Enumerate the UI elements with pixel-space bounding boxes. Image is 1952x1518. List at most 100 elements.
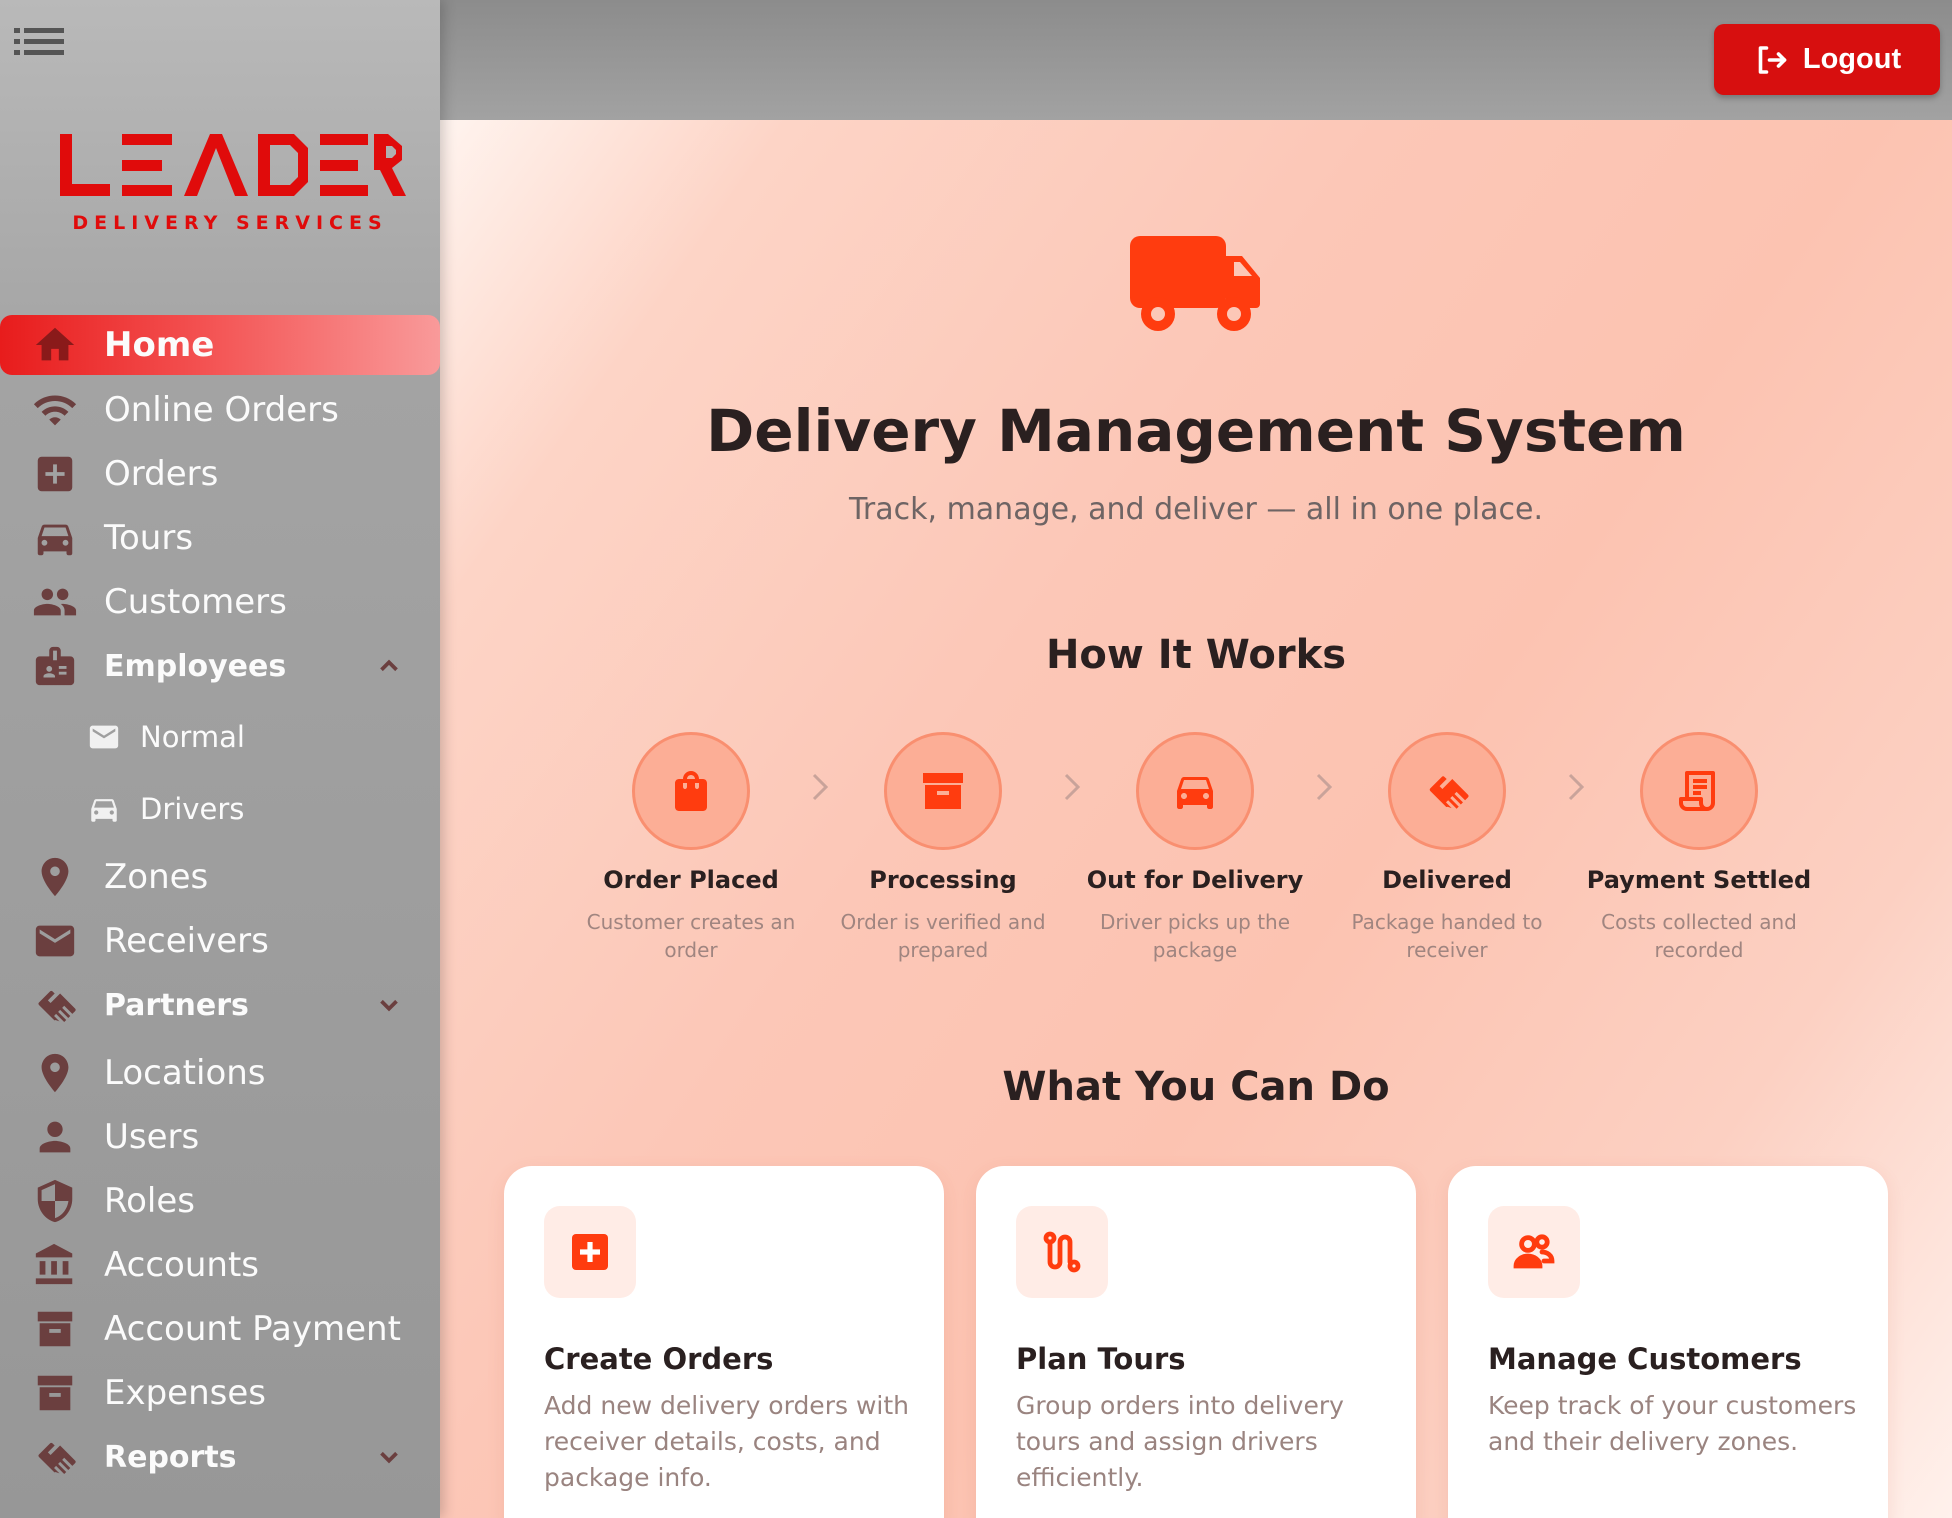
card-title: Manage Customers	[1488, 1342, 1802, 1376]
person-icon	[30, 1115, 80, 1159]
sidebar-item-online-orders[interactable]: Online Orders	[0, 381, 440, 439]
sidebar-item-label: Online Orders	[104, 390, 339, 430]
sidebar-item-reports[interactable]: Reports	[0, 1428, 440, 1486]
archive-icon	[30, 1371, 80, 1415]
sidebar-item-partners[interactable]: Partners	[0, 976, 440, 1034]
location-pin-icon	[30, 855, 80, 899]
sidebar-item-label: Employees	[104, 648, 287, 684]
sidebar-item-tours[interactable]: Tours	[0, 509, 440, 567]
how-it-works-heading: How It Works	[1045, 632, 1347, 678]
chevron-right-icon	[1060, 770, 1084, 804]
truck-icon	[1128, 230, 1264, 338]
sidebar-item-label: Partners	[104, 987, 249, 1023]
sidebar-item-zones[interactable]: Zones	[0, 848, 440, 906]
plus-box-icon	[30, 452, 80, 496]
sidebar-item-label: Users	[104, 1117, 200, 1157]
people-icon	[30, 580, 80, 624]
sidebar-item-employees[interactable]: Employees	[0, 637, 440, 695]
shopping-bag-icon	[632, 732, 750, 850]
sidebar-item-label: Home	[104, 325, 215, 365]
car-icon	[84, 787, 124, 831]
card-description: Group orders into delivery tours and ass…	[1016, 1391, 1344, 1492]
sidebar-item-label: Roles	[104, 1181, 195, 1221]
card-description: Keep track of your customers and their d…	[1488, 1391, 1857, 1456]
mail-icon	[84, 715, 124, 759]
sidebar-item-label: Normal	[140, 720, 245, 754]
step-title: Payment Settled	[1586, 866, 1812, 894]
sidebar-item-accounts[interactable]: Accounts	[0, 1236, 440, 1294]
handshake-icon	[30, 1435, 80, 1479]
step-description: Customer creates an order	[586, 910, 796, 962]
chevron-up-icon[interactable]	[374, 651, 404, 681]
step-title: Out for Delivery	[1086, 866, 1304, 894]
chevron-right-icon	[808, 770, 832, 804]
feature-card-plan-tours[interactable]: Plan Tours Group orders into delivery to…	[976, 1166, 1416, 1518]
step-description: Driver picks up the package	[1099, 910, 1291, 962]
archive-box-icon	[884, 732, 1002, 850]
plus-square-icon	[544, 1206, 636, 1298]
logout-button[interactable]: Logout	[1714, 24, 1940, 95]
sidebar-item-label: Locations	[104, 1053, 266, 1093]
step-description: Costs collected and recorded	[1601, 910, 1797, 962]
sidebar-item-orders[interactable]: Orders	[0, 445, 440, 503]
main-content: Delivery Management System Track, manage…	[440, 120, 1952, 1518]
sidebar: DELIVERY SERVICES Home Online Orders Ord…	[0, 0, 440, 1518]
sidebar-item-label: Receivers	[104, 921, 269, 961]
route-icon	[1016, 1206, 1108, 1298]
sidebar-item-account-payment[interactable]: Account Payment	[0, 1300, 440, 1358]
feature-card-manage-customers[interactable]: Manage Customers Keep track of your cust…	[1448, 1166, 1888, 1518]
shield-icon	[30, 1179, 80, 1223]
receipt-icon	[1640, 732, 1758, 850]
sidebar-item-roles[interactable]: Roles	[0, 1172, 440, 1230]
hamburger-menu-icon[interactable]	[14, 24, 66, 58]
sidebar-item-label: Tours	[104, 518, 194, 558]
mail-icon	[30, 919, 80, 963]
step-title: Delivered	[1382, 866, 1512, 894]
location-pin-icon	[30, 1051, 80, 1095]
sidebar-item-label: Customers	[104, 582, 287, 622]
handshake-icon	[1388, 732, 1506, 850]
bank-icon	[30, 1243, 80, 1287]
card-title: Create Orders	[544, 1342, 774, 1376]
chevron-right-icon	[1312, 770, 1336, 804]
logout-icon	[1758, 45, 1787, 74]
sidebar-item-label: Zones	[104, 857, 209, 897]
archive-icon	[30, 1307, 80, 1351]
chevron-right-icon	[1564, 770, 1588, 804]
top-bar: Logout	[440, 0, 1952, 120]
sidebar-item-label: Expenses	[104, 1373, 266, 1413]
step-title: Order Placed	[603, 866, 779, 894]
car-icon	[1136, 732, 1254, 850]
sidebar-subitem-normal[interactable]: Normal	[0, 708, 440, 766]
sidebar-item-label: Account Payment	[104, 1309, 401, 1349]
sidebar-item-expenses[interactable]: Expenses	[0, 1364, 440, 1422]
home-icon	[30, 323, 80, 367]
logout-label: Logout	[1802, 43, 1902, 75]
handshake-icon	[30, 983, 80, 1027]
svg-text:DELIVERY SERVICES: DELIVERY SERVICES	[72, 212, 387, 234]
what-you-can-do-heading: What You Can Do	[1002, 1064, 1390, 1110]
page-subtitle: Track, manage, and deliver — all in one …	[849, 492, 1543, 527]
car-icon	[30, 516, 80, 560]
sidebar-subitem-drivers[interactable]: Drivers	[0, 780, 440, 838]
wifi-icon	[30, 388, 80, 432]
card-title: Plan Tours	[1016, 1342, 1186, 1376]
feature-card-create-orders[interactable]: Create Orders Add new delivery orders wi…	[504, 1166, 944, 1518]
sidebar-item-label: Reports	[104, 1439, 237, 1475]
step-description: Package handed to receiver	[1351, 910, 1543, 962]
sidebar-item-home[interactable]: Home	[0, 315, 440, 375]
step-description: Order is verified and prepared	[840, 910, 1046, 962]
badge-icon	[30, 644, 80, 688]
sidebar-item-label: Accounts	[104, 1245, 259, 1285]
sidebar-item-label: Orders	[104, 454, 219, 494]
sidebar-item-receivers[interactable]: Receivers	[0, 912, 440, 970]
leader-logo: DELIVERY SERVICES	[50, 122, 410, 242]
page-title: Delivery Management System	[706, 397, 1686, 465]
sidebar-item-customers[interactable]: Customers	[0, 573, 440, 631]
sidebar-item-locations[interactable]: Locations	[0, 1044, 440, 1102]
chevron-down-icon[interactable]	[374, 990, 404, 1020]
step-title: Processing	[869, 866, 1017, 894]
chevron-down-icon[interactable]	[374, 1442, 404, 1472]
sidebar-item-users[interactable]: Users	[0, 1108, 440, 1166]
sidebar-item-label: Drivers	[140, 792, 245, 826]
